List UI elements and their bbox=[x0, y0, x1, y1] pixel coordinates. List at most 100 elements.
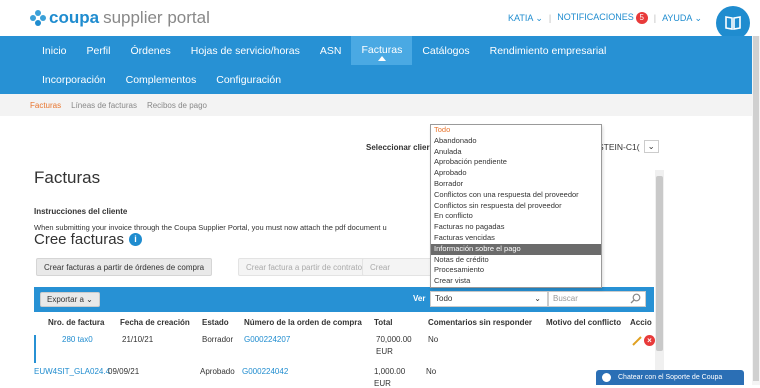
dropdown-option[interactable]: Abandonado bbox=[431, 136, 601, 147]
col-unanswered-comments[interactable]: Comentarios sin responder bbox=[428, 318, 532, 327]
unanswered-comments: No bbox=[426, 367, 437, 376]
client-select[interactable]: STEIN-C1( ⌄ bbox=[598, 140, 659, 153]
chat-support-button[interactable]: Chatear con el Soporte de Coupa bbox=[596, 370, 744, 385]
tab-facturas[interactable]: Facturas bbox=[30, 101, 61, 110]
dropdown-option[interactable]: Borrador bbox=[431, 179, 601, 190]
chevron-down-icon: ⌄ bbox=[534, 294, 541, 303]
po-link[interactable]: G000224207 bbox=[244, 335, 290, 344]
created-date: 21/10/21 bbox=[122, 335, 154, 344]
help-menu-button[interactable]: AYUDA ⌄ bbox=[662, 13, 702, 24]
select-client-label: Seleccionar clier bbox=[366, 143, 430, 152]
dropdown-option[interactable]: Procesamiento bbox=[431, 265, 601, 276]
search-placeholder: Buscar bbox=[553, 294, 578, 303]
col-conflict-reason[interactable]: Motivo del conflicto bbox=[546, 318, 621, 327]
dropdown-option[interactable]: Aprobación pendiente bbox=[431, 157, 601, 168]
view-filter-dropdown: Todo Abandonado Anulada Aprobación pendi… bbox=[430, 124, 602, 288]
dropdown-option[interactable]: Todo bbox=[431, 125, 601, 136]
nav-item-facturas[interactable]: Facturas bbox=[351, 36, 413, 65]
create-invoices-heading: Cree facturas i bbox=[34, 231, 143, 248]
created-date: 09/09/21 bbox=[108, 367, 140, 376]
total-amount: 70,000.00 bbox=[376, 335, 412, 344]
view-label: Ver bbox=[413, 294, 426, 303]
coupa-logo[interactable]: coupa supplier portal bbox=[30, 8, 210, 28]
create-from-contract-button[interactable]: Crear factura a partir de contrato bbox=[238, 258, 371, 276]
nav-item-hojas-servicio[interactable]: Hojas de servicio/horas bbox=[181, 45, 310, 57]
nav-item-inicio[interactable]: Inicio bbox=[32, 45, 77, 57]
dropdown-option[interactable]: Conflictos sin respuesta del proveedor bbox=[431, 201, 601, 212]
top-bar: coupa supplier portal KATIA ⌄ | NOTIFICA… bbox=[0, 0, 760, 40]
pencil-icon[interactable] bbox=[632, 336, 642, 346]
notifications-badge: 5 bbox=[635, 12, 648, 24]
create-from-po-button[interactable]: Crear facturas a partir de órdenes de co… bbox=[36, 258, 213, 276]
dropdown-option[interactable]: Crear vista bbox=[431, 276, 601, 287]
chevron-down-icon: ⌄ bbox=[535, 12, 543, 23]
sub-tabs: Facturas Líneas de facturas Recibos de p… bbox=[0, 94, 760, 116]
currency: EUR bbox=[374, 379, 391, 388]
nav-item-complementos[interactable]: Complementos bbox=[116, 74, 207, 86]
col-actions: Accio bbox=[630, 318, 652, 327]
currency: EUR bbox=[376, 347, 393, 356]
invoice-link[interactable]: 280 tax0 bbox=[62, 335, 93, 344]
nav-item-asn[interactable]: ASN bbox=[310, 45, 352, 57]
divider: | bbox=[548, 13, 552, 23]
table-toolbar: Exportar a ⌄ Ver Todo ⌄ Buscar bbox=[34, 287, 654, 312]
nav-item-perfil[interactable]: Perfil bbox=[77, 45, 121, 57]
invoice-link[interactable]: EUW4SIT_GLA024.4 bbox=[34, 367, 110, 376]
create-blank-invoice-button[interactable]: Crear bbox=[362, 258, 432, 276]
chevron-down-icon: ⌄ bbox=[643, 140, 659, 153]
notifications-button[interactable]: NOTIFICACIONES 5 bbox=[557, 12, 648, 24]
search-input[interactable]: Buscar bbox=[548, 291, 646, 307]
dropdown-option[interactable]: Anulada bbox=[431, 147, 601, 158]
export-label: Exportar a bbox=[47, 295, 84, 304]
page-scrollbar[interactable] bbox=[752, 36, 760, 385]
export-button[interactable]: Exportar a ⌄ bbox=[40, 292, 100, 307]
nav-item-catalogos[interactable]: Catálogos bbox=[412, 45, 479, 57]
po-link[interactable]: G000224042 bbox=[242, 367, 288, 376]
scrollbar-thumb[interactable] bbox=[656, 176, 663, 351]
table-header: Nro. de factura Fecha de creación Estado… bbox=[34, 318, 654, 330]
brand-subtitle: supplier portal bbox=[103, 8, 210, 27]
chat-icon bbox=[602, 373, 611, 382]
nav-item-incorporacion[interactable]: Incorporación bbox=[32, 74, 116, 86]
panel-scrollbar[interactable] bbox=[655, 170, 664, 385]
dropdown-option[interactable]: Aprobado bbox=[431, 168, 601, 179]
unanswered-comments: No bbox=[428, 335, 439, 344]
client-select-value: STEIN-C1( bbox=[598, 141, 640, 152]
coupa-logo-icon bbox=[30, 10, 46, 26]
total-amount: 1,000.00 bbox=[374, 367, 406, 376]
col-created-date[interactable]: Fecha de creación bbox=[120, 318, 190, 327]
user-menu-button[interactable]: KATIA ⌄ bbox=[508, 13, 543, 24]
nav-item-configuracion[interactable]: Configuración bbox=[206, 74, 291, 86]
dropdown-option-highlighted[interactable]: Información sobre el pago bbox=[431, 243, 601, 255]
col-invoice-number[interactable]: Nro. de factura bbox=[48, 318, 104, 327]
create-invoices-title: Cree facturas bbox=[34, 231, 125, 248]
book-icon-button[interactable] bbox=[716, 6, 750, 40]
col-po-number[interactable]: Número de la orden de compra bbox=[244, 318, 362, 327]
delete-icon[interactable]: × bbox=[644, 335, 655, 346]
search-icon[interactable] bbox=[630, 293, 641, 304]
table-row: EUW4SIT_GLA024.4 09/09/21 Aprobado G0002… bbox=[34, 367, 654, 388]
col-status[interactable]: Estado bbox=[202, 318, 229, 327]
tab-recibos-pago[interactable]: Recibos de pago bbox=[147, 101, 207, 110]
dropdown-option[interactable]: Facturas no pagadas bbox=[431, 222, 601, 233]
scrollbar-thumb[interactable] bbox=[753, 36, 759, 381]
col-total[interactable]: Total bbox=[374, 318, 393, 327]
dropdown-option[interactable]: En conflicto bbox=[431, 211, 601, 222]
nav-item-ordenes[interactable]: Órdenes bbox=[120, 45, 180, 57]
page-title: Facturas bbox=[34, 168, 101, 187]
book-icon bbox=[725, 16, 741, 30]
tab-lineas-facturas[interactable]: Líneas de facturas bbox=[71, 101, 137, 110]
status: Borrador bbox=[202, 335, 234, 344]
view-filter-select[interactable]: Todo ⌄ bbox=[430, 291, 548, 307]
chevron-down-icon: ⌄ bbox=[694, 12, 702, 23]
table-row: 280 tax0 21/10/21 Borrador G000224207 70… bbox=[34, 335, 655, 363]
dropdown-option[interactable]: Notas de crédito bbox=[431, 255, 601, 266]
help-label: AYUDA bbox=[662, 12, 692, 23]
divider: | bbox=[653, 13, 657, 23]
status: Aprobado bbox=[200, 367, 235, 376]
main-nav: Inicio Perfil Órdenes Hojas de servicio/… bbox=[0, 36, 760, 94]
nav-item-rendimiento[interactable]: Rendimiento empresarial bbox=[480, 45, 617, 57]
info-icon[interactable]: i bbox=[129, 233, 143, 246]
dropdown-option[interactable]: Facturas vencidas bbox=[431, 233, 601, 244]
dropdown-option[interactable]: Conflictos con una respuesta del proveed… bbox=[431, 190, 601, 201]
